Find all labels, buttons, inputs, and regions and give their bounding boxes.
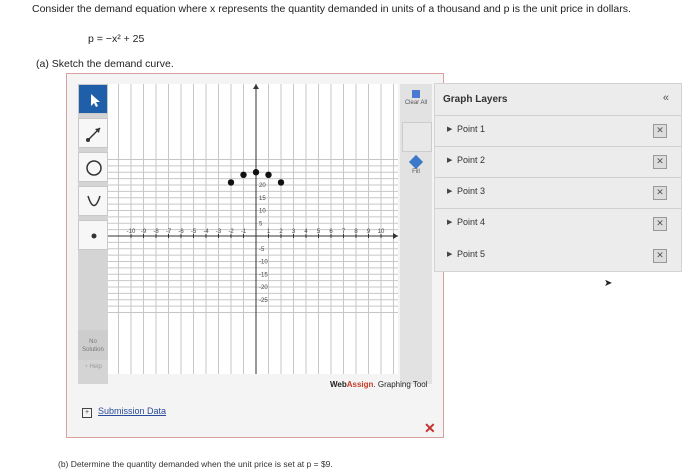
- coordinate-grid[interactable]: -10 -9 -8 -7 -6 -5 -4 -3 -2 -1 1 2 3 4 5 6 7 8 9 102015105-…: [108, 84, 398, 374]
- x-tick-label: -9: [141, 229, 147, 235]
- fill-button[interactable]: Fill: [402, 154, 430, 182]
- x-tick-label: -2: [228, 229, 234, 235]
- part-b-label: (b) Determine the quantity demanded when…: [58, 459, 333, 469]
- graph-layers-title: Graph Layers: [443, 94, 508, 105]
- brand-suffix: . Graphing Tool: [373, 380, 428, 389]
- no-solution-button[interactable]: No Solution: [78, 330, 108, 360]
- parabola-icon: [87, 195, 101, 207]
- layer-point-4[interactable]: ▶ Point 4 ✕: [435, 208, 681, 239]
- fill-label: Fill: [412, 169, 420, 175]
- plotted-point-5: [277, 179, 285, 186]
- plotted-point-2: [240, 171, 247, 178]
- parabola-tool[interactable]: [78, 186, 108, 216]
- brand-assign: Assign: [346, 380, 374, 389]
- question-prompt: Consider the demand equation where x rep…: [32, 3, 631, 15]
- x-tick-label: -4: [203, 229, 209, 235]
- point-icon: [91, 233, 97, 239]
- incorrect-mark-icon: ✕: [424, 420, 436, 436]
- y-tick-label: 5: [259, 221, 263, 227]
- y-tick-label: -5: [259, 247, 265, 253]
- segment-tool[interactable]: [78, 118, 108, 148]
- expand-arrow-icon[interactable]: ▶: [447, 250, 452, 258]
- circle-icon: [86, 160, 102, 176]
- y-axis-arrow: [253, 84, 259, 89]
- mouse-cursor-icon: ➤: [604, 278, 613, 289]
- delete-icon[interactable]: ✕: [653, 155, 667, 169]
- arrow-pointer-icon: [91, 94, 100, 107]
- x-axis-arrow: [393, 233, 398, 239]
- pointer-tool[interactable]: [78, 84, 108, 114]
- layer-point-3[interactable]: ▶ Point 3 ✕: [435, 177, 681, 208]
- layer-label: Point 2: [457, 155, 486, 165]
- x-tick-label: 10: [378, 229, 385, 235]
- y-tick-label: 20: [259, 183, 266, 189]
- plotted-point-1: [227, 179, 235, 186]
- expand-arrow-icon[interactable]: ▶: [447, 125, 452, 133]
- y-tick-label: -25: [259, 298, 268, 304]
- brand-web: Web: [330, 380, 347, 389]
- expand-arrow-icon[interactable]: ▶: [447, 187, 452, 195]
- x-tick-label: -1: [241, 229, 247, 235]
- delete-icon[interactable]: ✕: [653, 186, 667, 200]
- y-tick-label: -20: [259, 285, 268, 291]
- x-tick-label: -8: [153, 229, 159, 235]
- clear-all-button[interactable]: Clear All: [402, 88, 430, 116]
- submission-data-label: Submission Data: [98, 406, 167, 416]
- point-tool[interactable]: [78, 220, 108, 250]
- plotted-point-3: [252, 169, 260, 176]
- y-tick-label: 15: [259, 196, 266, 202]
- clear-all-label: Clear All: [404, 100, 428, 106]
- layer-point-5[interactable]: ▶ Point 5 ✕: [435, 241, 681, 271]
- expand-arrow-icon[interactable]: ▶: [447, 156, 452, 164]
- delete-icon[interactable]: ✕: [653, 124, 667, 138]
- graph-toolbar: No Solution ◔ Help: [78, 84, 108, 384]
- x-tick-label: -5: [191, 229, 197, 235]
- help-label: Help: [89, 364, 102, 370]
- fill-icon: [408, 154, 424, 170]
- collapse-icon[interactable]: «: [663, 92, 669, 104]
- delete-icon[interactable]: ✕: [653, 217, 667, 231]
- y-tick-label: -10: [259, 260, 268, 266]
- x-tick-label: -6: [178, 229, 184, 235]
- layer-point-5-wrapper: ▶ Point 5 ✕: [434, 241, 682, 272]
- delete-icon[interactable]: ✕: [653, 249, 667, 263]
- demand-equation: p = −x² + 25: [88, 33, 145, 45]
- plotted-point-4: [265, 171, 272, 178]
- clear-icon: [412, 90, 420, 98]
- expand-icon: +: [82, 408, 92, 418]
- x-tick-label: -7: [166, 229, 172, 235]
- y-tick-label: 10: [259, 209, 266, 215]
- line-segment-icon: [86, 127, 101, 142]
- x-tick-label: -3: [216, 229, 222, 235]
- submission-data-link[interactable]: + Submission Data: [82, 406, 166, 418]
- y-tick-label: -15: [259, 272, 268, 278]
- webassign-brand: WebAssign. Graphing Tool: [330, 380, 428, 389]
- layer-toggle-button[interactable]: [402, 122, 432, 152]
- layer-label: Point 5: [457, 249, 486, 259]
- layer-point-2[interactable]: ▶ Point 2 ✕: [435, 146, 681, 177]
- layer-point-1[interactable]: ▶ Point 1 ✕: [435, 115, 681, 146]
- layer-label: Point 3: [457, 186, 486, 196]
- part-a-label: (a) Sketch the demand curve.: [36, 58, 174, 70]
- x-tick-label: -10: [127, 229, 136, 235]
- graph-layers-panel: Graph Layers « ▶ Point 1 ✕ ▶ Point 2 ✕ ▶…: [434, 83, 682, 243]
- layer-label: Point 4: [457, 217, 486, 227]
- help-button[interactable]: ◔ Help: [78, 364, 108, 380]
- layer-label: Point 1: [457, 124, 486, 134]
- graph-area[interactable]: -10 -9 -8 -7 -6 -5 -4 -3 -2 -1 1 2 3 4 5 6 7 8 9 10 20 15 10 5-…: [108, 84, 398, 374]
- circle-tool[interactable]: [78, 152, 108, 182]
- right-toolbar: Clear All Fill: [400, 84, 432, 384]
- expand-arrow-icon[interactable]: ▶: [447, 218, 452, 226]
